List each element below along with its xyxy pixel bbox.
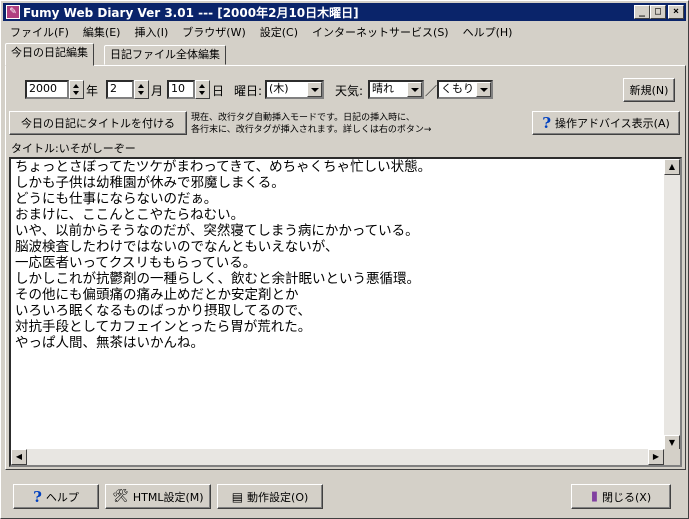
weekday-label: 曜日:: [234, 84, 263, 98]
weather2-select[interactable]: くもり: [437, 80, 493, 99]
action-settings-button[interactable]: ▤ 動作設定(O): [217, 484, 323, 509]
new-button[interactable]: 新規(N): [623, 78, 675, 102]
exit-door-icon: ▮: [590, 489, 599, 504]
scroll-up-icon[interactable]: ▲: [664, 159, 680, 175]
month-label: 月: [151, 84, 164, 98]
advice-button-label: 操作アドバイス表示(A): [555, 117, 670, 130]
help-button[interactable]: ? ヘルプ: [13, 484, 99, 509]
diary-textarea[interactable]: ちょっとさぼってたツケがまわってきて、めちゃくちゃ忙しい状態。 しかも子供は幼稚…: [9, 157, 682, 467]
weather1-value: 晴れ: [372, 82, 394, 95]
year-input[interactable]: 2000: [25, 80, 69, 99]
tab-today-edit[interactable]: 今日の日記編集: [5, 43, 94, 66]
weather1-select[interactable]: 晴れ: [368, 80, 424, 99]
day-label: 日: [212, 84, 225, 98]
menu-insert[interactable]: 挿入(I): [127, 24, 175, 40]
menu-edit[interactable]: 編集(E): [76, 24, 128, 40]
diary-body-text[interactable]: ちょっとさぼってたツケがまわってきて、めちゃくちゃ忙しい状態。 しかも子供は幼稚…: [15, 159, 665, 451]
diary-title: タイトル:いそがしーぞー: [11, 142, 136, 155]
mode-note-line2: 各行末に、改行タグが挿入されます。詳しくは右のボタン→: [191, 125, 432, 135]
title-bar[interactable]: ✎ Fumy Web Diary Ver 3.01 --- [2000年2月10…: [3, 3, 686, 21]
menu-browser[interactable]: ブラウザ(W): [175, 24, 252, 40]
question-icon: ?: [542, 114, 551, 132]
close-window-button[interactable]: ×: [668, 5, 684, 19]
diary-icon: ✎: [6, 5, 20, 19]
month-input[interactable]: 2: [106, 80, 134, 99]
html-settings-button[interactable]: 🛠 HTML設定(M): [105, 484, 211, 509]
year-spinner[interactable]: [69, 80, 84, 99]
weather-label: 天気:: [335, 84, 364, 98]
menu-file[interactable]: ファイル(F): [3, 24, 76, 40]
close-button-label: 閉じる(X): [602, 490, 652, 504]
settings-window-icon: ▤: [231, 489, 244, 504]
app-window: ✎ Fumy Web Diary Ver 3.01 --- [2000年2月10…: [0, 0, 689, 519]
maximize-button[interactable]: □: [650, 5, 666, 19]
mode-note: 現在、改行タグ自動挿入モードです。日記の挿入時に、 各行末に、改行タグが挿入され…: [191, 112, 531, 138]
year-label: 年: [86, 84, 99, 98]
weekday-select[interactable]: (木): [265, 80, 324, 99]
help-button-label: ヘルプ: [45, 490, 79, 504]
html-settings-label: HTML設定(M): [132, 490, 204, 504]
advice-button[interactable]: ? 操作アドバイス表示(A): [532, 111, 680, 135]
day-input[interactable]: 10: [167, 80, 195, 99]
action-settings-label: 動作設定(O): [247, 490, 309, 504]
html-tools-icon: 🛠: [112, 489, 129, 504]
window-title: Fumy Web Diary Ver 3.01 --- [2000年2月10日木…: [23, 5, 359, 20]
menu-help[interactable]: ヘルプ(H): [456, 24, 520, 40]
chevron-down-icon[interactable]: [307, 82, 322, 97]
weather2-value: くもり: [441, 82, 474, 95]
month-spinner[interactable]: [134, 80, 149, 99]
scroll-right-icon[interactable]: ▶: [648, 449, 664, 465]
minimize-button[interactable]: _: [634, 5, 650, 19]
menu-internet-service[interactable]: インターネットサービス(S): [305, 24, 456, 40]
scroll-left-icon[interactable]: ◀: [11, 449, 27, 465]
horizontal-scrollbar[interactable]: ◀ ▶: [11, 449, 664, 465]
scrollbar-corner: [664, 449, 680, 465]
menu-settings[interactable]: 設定(C): [253, 24, 305, 40]
day-spinner[interactable]: [195, 80, 210, 99]
vertical-scrollbar[interactable]: ▲ ▼: [664, 159, 680, 451]
weather-separator: ／: [425, 84, 438, 98]
question-icon: ?: [33, 487, 42, 506]
chevron-down-icon[interactable]: [476, 82, 491, 97]
tab-whole-file-edit[interactable]: 日記ファイル全体編集: [104, 45, 226, 65]
weekday-value: (木): [269, 82, 289, 95]
menu-bar: ファイル(F) 編集(E) 挿入(I) ブラウザ(W) 設定(C) インターネッ…: [3, 22, 686, 41]
add-title-button[interactable]: 今日の日記にタイトルを付ける: [9, 111, 187, 135]
close-button[interactable]: ▮ 閉じる(X): [571, 484, 671, 509]
chevron-down-icon[interactable]: [407, 82, 422, 97]
mode-note-line1: 現在、改行タグ自動挿入モードです。日記の挿入時に、: [191, 113, 415, 123]
